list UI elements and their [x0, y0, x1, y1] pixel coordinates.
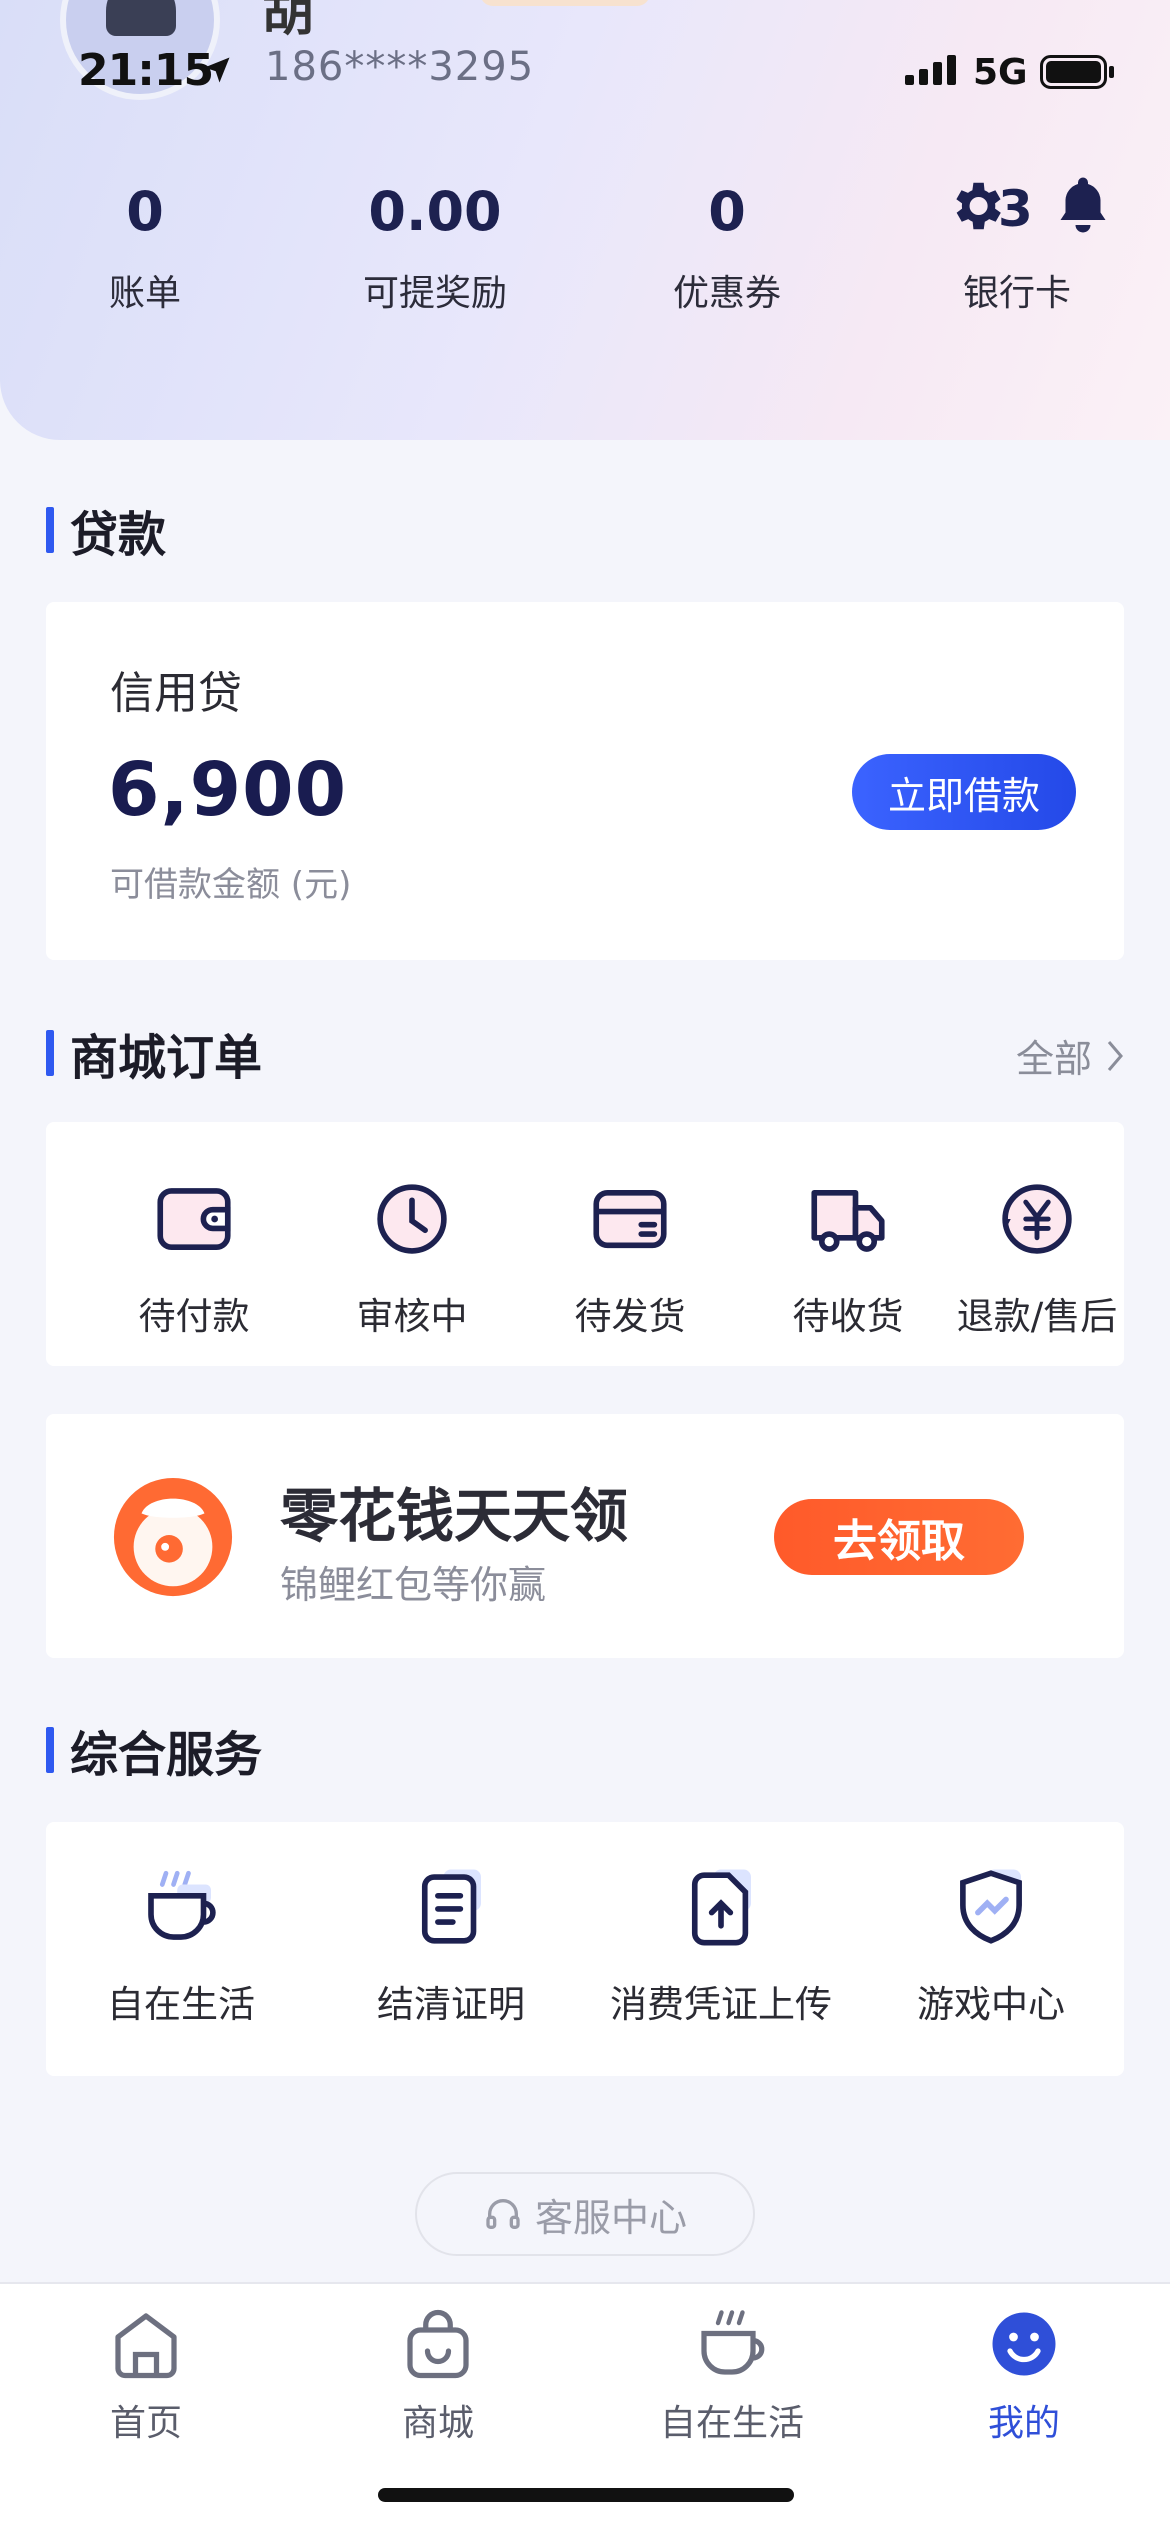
- user-name: 胡: [262, 0, 315, 43]
- home-indicator[interactable]: [378, 2488, 794, 2502]
- borrow-now-button[interactable]: 立即借款: [852, 754, 1076, 830]
- service-game-center[interactable]: 游戏中心: [856, 1862, 1126, 2028]
- loan-card[interactable]: 信用贷 6,900 可借款金额 (元) 立即借款: [46, 602, 1124, 960]
- loan-product-name: 信用贷: [110, 668, 242, 719]
- orders-card: 待付款 审核中 待发货 待收货 退款/售后: [46, 1122, 1124, 1366]
- stat-value: 0.00: [368, 180, 502, 243]
- order-label: 审核中: [356, 1295, 468, 1338]
- view-all-label: 全部: [1015, 1037, 1092, 1081]
- smiley-icon: [992, 2312, 1056, 2376]
- service-label: 自在生活: [107, 1983, 255, 2026]
- stat-bills[interactable]: 0 账单: [20, 180, 270, 316]
- truck-icon: [811, 1189, 885, 1252]
- document-icon: [421, 1869, 481, 1944]
- section-title-orders: 商城订单: [46, 1028, 262, 1086]
- order-label: 待发货: [574, 1295, 686, 1338]
- loan-amount-caption: 可借款金额 (元): [110, 865, 352, 905]
- section-accent-bar: [46, 507, 54, 553]
- stat-coupons[interactable]: 0 优惠券: [602, 180, 852, 316]
- battery-icon: [1040, 55, 1114, 89]
- stat-label: 优惠券: [672, 273, 781, 314]
- tab-mine[interactable]: 我的: [904, 2302, 1144, 2446]
- clock-icon: [377, 1184, 447, 1254]
- tab-shop[interactable]: 商城: [318, 2302, 558, 2446]
- section-title-services: 综合服务: [46, 1725, 262, 1783]
- signal-icon: [905, 55, 956, 85]
- phone-number: 186****3295: [265, 44, 535, 90]
- order-pending-shipment[interactable]: 待发货: [510, 1174, 750, 1340]
- shield-icon: [960, 1869, 1022, 1944]
- section-accent-bar: [46, 1727, 54, 1773]
- service-label: 游戏中心: [917, 1983, 1065, 2026]
- customer-service-button[interactable]: 客服中心: [415, 2172, 755, 2256]
- chevron-right-icon: [1107, 1040, 1123, 1071]
- stat-bank-cards[interactable]: 银行卡: [892, 180, 1142, 316]
- status-time: 21:15: [78, 45, 214, 96]
- tab-free-life[interactable]: 自在生活: [612, 2302, 852, 2446]
- network-type: 5G: [973, 52, 1028, 93]
- order-label: 退款/售后: [956, 1295, 1118, 1338]
- headset-icon: [486, 2199, 520, 2229]
- order-under-review[interactable]: 审核中: [292, 1174, 532, 1340]
- promo-title: 零花钱天天领: [280, 1482, 629, 1550]
- upload-file-icon: [691, 1869, 751, 1946]
- coffee-cup-icon: [701, 2310, 765, 2375]
- stat-rewards[interactable]: 0.00 可提奖励: [310, 180, 560, 316]
- promo-subtitle: 锦鲤红包等你赢: [280, 1563, 547, 1607]
- claim-button[interactable]: 去领取: [774, 1499, 1024, 1575]
- wallet-icon: [157, 1188, 231, 1250]
- section-accent-bar: [46, 1030, 54, 1076]
- stat-value: 0: [126, 180, 164, 243]
- service-settlement-proof[interactable]: 结清证明: [316, 1862, 586, 2028]
- customer-service-label: 客服中心: [534, 2195, 687, 2240]
- promo-banner[interactable]: 零花钱天天领 锦鲤红包等你赢 去领取: [46, 1414, 1124, 1658]
- refund-icon: [1002, 1184, 1072, 1254]
- package-icon: [593, 1189, 667, 1249]
- home-icon: [115, 2313, 177, 2379]
- stat-label: 账单: [108, 273, 181, 314]
- service-receipt-upload[interactable]: 消费凭证上传: [586, 1862, 856, 2028]
- service-label: 结清证明: [377, 1983, 525, 2026]
- shop-bag-icon: [407, 2309, 469, 2379]
- order-refund-aftersales[interactable]: 退款/售后: [932, 1174, 1142, 1340]
- stat-label: 银行卡: [962, 273, 1071, 314]
- member-badge[interactable]: [480, 0, 650, 6]
- coffee-cup-icon: [148, 1870, 216, 1940]
- service-label: 消费凭证上传: [610, 1983, 832, 2026]
- order-pending-payment[interactable]: 待付款: [74, 1174, 314, 1340]
- loan-amount: 6,900: [108, 747, 348, 833]
- location-arrow-icon: [204, 57, 230, 83]
- service-free-life[interactable]: 自在生活: [46, 1862, 316, 2028]
- order-label: 待付款: [138, 1295, 250, 1338]
- mascot-logo-icon: [113, 1477, 233, 1597]
- stat-value: 0: [708, 180, 746, 243]
- section-title-loan: 贷款: [46, 505, 166, 563]
- services-card: 自在生活 结清证明 消费凭证上传 游戏中心: [46, 1822, 1124, 2076]
- tab-home[interactable]: 首页: [26, 2302, 266, 2446]
- view-all-orders-link[interactable]: 全部: [1016, 1028, 1124, 1083]
- stat-label: 可提奖励: [362, 273, 507, 314]
